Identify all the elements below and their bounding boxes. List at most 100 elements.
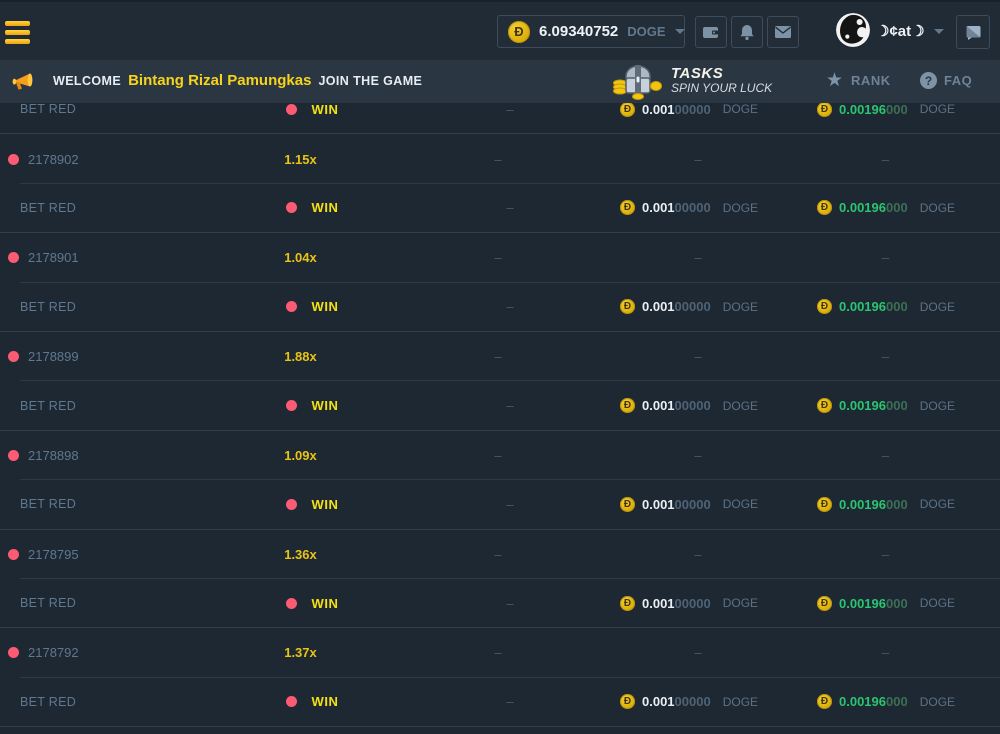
bell-icon [738, 24, 756, 41]
table-row-round[interactable]: 2178795 1.36x – – – [0, 530, 1000, 579]
welcome-player-name: Bintang Rizal Pamungkas [128, 72, 311, 89]
table-row-round[interactable]: 2178898 1.09x – – – [0, 431, 1000, 480]
result-badge: WIN [311, 497, 338, 512]
user-menu[interactable]: ☽¢at☽ [876, 2, 944, 60]
empty-value: – [506, 299, 513, 314]
red-dot-icon [8, 647, 19, 658]
star-icon: ★ [826, 71, 843, 90]
empty-value: – [494, 349, 501, 364]
wallet-icon [702, 24, 720, 40]
balance-currency: DOGE [627, 24, 665, 39]
chevron-down-icon [675, 29, 685, 34]
multiplier: 1.37x [284, 645, 317, 660]
balance-selector[interactable]: Đ 6.09340752 DOGE [497, 15, 685, 48]
doge-coin-icon: Đ [620, 596, 635, 611]
chevron-down-icon [934, 29, 944, 34]
notifications-button[interactable] [731, 16, 763, 48]
red-dot-icon [286, 301, 297, 312]
round-id: 2178898 [28, 448, 79, 463]
treasure-chest-icon [612, 62, 664, 100]
faq-link[interactable]: ? FAQ [920, 58, 972, 103]
red-dot-icon [286, 202, 297, 213]
profit-amount: 0.00196000 [839, 102, 908, 117]
top-bar: Đ 6.09340752 DOGE [0, 0, 1000, 60]
empty-value: – [506, 398, 513, 413]
currency-label: DOGE [920, 102, 955, 116]
multiplier: 1.15x [284, 152, 317, 167]
red-dot-icon [8, 450, 19, 461]
bet-amount: 0.00100000 [642, 694, 711, 709]
empty-value: – [506, 102, 513, 117]
bet-label: BET RED [20, 596, 76, 610]
page: Đ 6.09340752 DOGE [0, 0, 1000, 734]
welcome-message: WELCOME Bintang Rizal Pamungkas JOIN THE… [53, 58, 422, 103]
doge-coin-icon: Đ [620, 102, 635, 117]
red-dot-icon [8, 549, 19, 560]
empty-value: – [694, 250, 701, 265]
tasks-subtitle: SPIN YOUR LUCK [671, 82, 772, 96]
empty-value: – [694, 152, 701, 167]
bet-label: BET RED [20, 102, 76, 116]
doge-coin-icon: Đ [508, 21, 530, 43]
empty-value: – [494, 250, 501, 265]
doge-coin-icon: Đ [817, 102, 832, 117]
currency-label: DOGE [723, 596, 758, 610]
profit-amount: 0.00196000 [839, 299, 908, 314]
table-row-round[interactable]: 2178899 1.88x – – – [0, 332, 1000, 381]
table-row-bet: BET RED WIN – Đ 0.00100000 DOGE Đ 0.0019… [0, 678, 1000, 727]
multiplier: 1.09x [284, 448, 317, 463]
bet-label: BET RED [20, 300, 76, 314]
empty-value: – [494, 645, 501, 660]
bet-amount: 0.00100000 [642, 299, 711, 314]
chat-icon [965, 24, 982, 41]
table-row-round[interactable]: 2178901 1.04x – – – [0, 233, 1000, 282]
empty-value: – [694, 645, 701, 660]
table-row-bet: BET RED WIN – Đ 0.00100000 DOGE Đ 0.0019… [0, 283, 1000, 332]
doge-coin-icon: Đ [620, 398, 635, 413]
empty-value: – [882, 349, 889, 364]
doge-coin-icon: Đ [620, 200, 635, 215]
empty-value: – [882, 152, 889, 167]
doge-coin-icon: Đ [817, 299, 832, 314]
multiplier: 1.36x [284, 547, 317, 562]
bet-label: BET RED [20, 497, 76, 511]
currency-label: DOGE [723, 497, 758, 511]
currency-label: DOGE [920, 201, 955, 215]
rank-link[interactable]: ★ RANK [826, 58, 891, 103]
username: ☽¢at☽ [876, 22, 925, 40]
empty-value: – [694, 448, 701, 463]
table-row-bet: BET RED WIN – Đ 0.00100000 DOGE Đ 0.0019… [0, 579, 1000, 628]
red-dot-icon [286, 696, 297, 707]
result-badge: WIN [311, 299, 338, 314]
bet-amount: 0.00100000 [642, 497, 711, 512]
currency-label: DOGE [920, 399, 955, 413]
doge-coin-icon: Đ [817, 200, 832, 215]
tasks-link[interactable]: TASKS SPIN YOUR LUCK [612, 58, 772, 103]
currency-label: DOGE [723, 399, 758, 413]
avatar[interactable] [836, 13, 870, 47]
messages-button[interactable] [767, 16, 799, 48]
table-row-round[interactable]: 2178792 1.37x – – – [0, 628, 1000, 677]
round-id: 2178792 [28, 645, 79, 660]
faq-label: FAQ [944, 73, 972, 88]
table-row-round[interactable]: 2178902 1.15x – – – [0, 134, 1000, 183]
empty-value: – [494, 152, 501, 167]
doge-coin-icon: Đ [620, 497, 635, 512]
avatar-image [836, 13, 870, 47]
red-dot-icon [286, 598, 297, 609]
currency-label: DOGE [920, 497, 955, 511]
bet-amount: 0.00100000 [642, 596, 711, 611]
hamburger-menu-icon[interactable] [5, 21, 30, 48]
chat-toggle-button[interactable] [956, 15, 990, 49]
table-row-bet: BET RED WIN – Đ 0.00100000 DOGE Đ 0.0019… [0, 381, 1000, 430]
tasks-title: TASKS [671, 65, 772, 82]
result-badge: WIN [311, 102, 338, 117]
empty-value: – [506, 497, 513, 512]
result-badge: WIN [311, 694, 338, 709]
result-badge: WIN [311, 200, 338, 215]
round-id: 2178902 [28, 152, 79, 167]
doge-coin-icon: Đ [817, 694, 832, 709]
question-icon: ? [920, 72, 937, 89]
doge-coin-icon: Đ [817, 398, 832, 413]
wallet-button[interactable] [695, 16, 727, 48]
